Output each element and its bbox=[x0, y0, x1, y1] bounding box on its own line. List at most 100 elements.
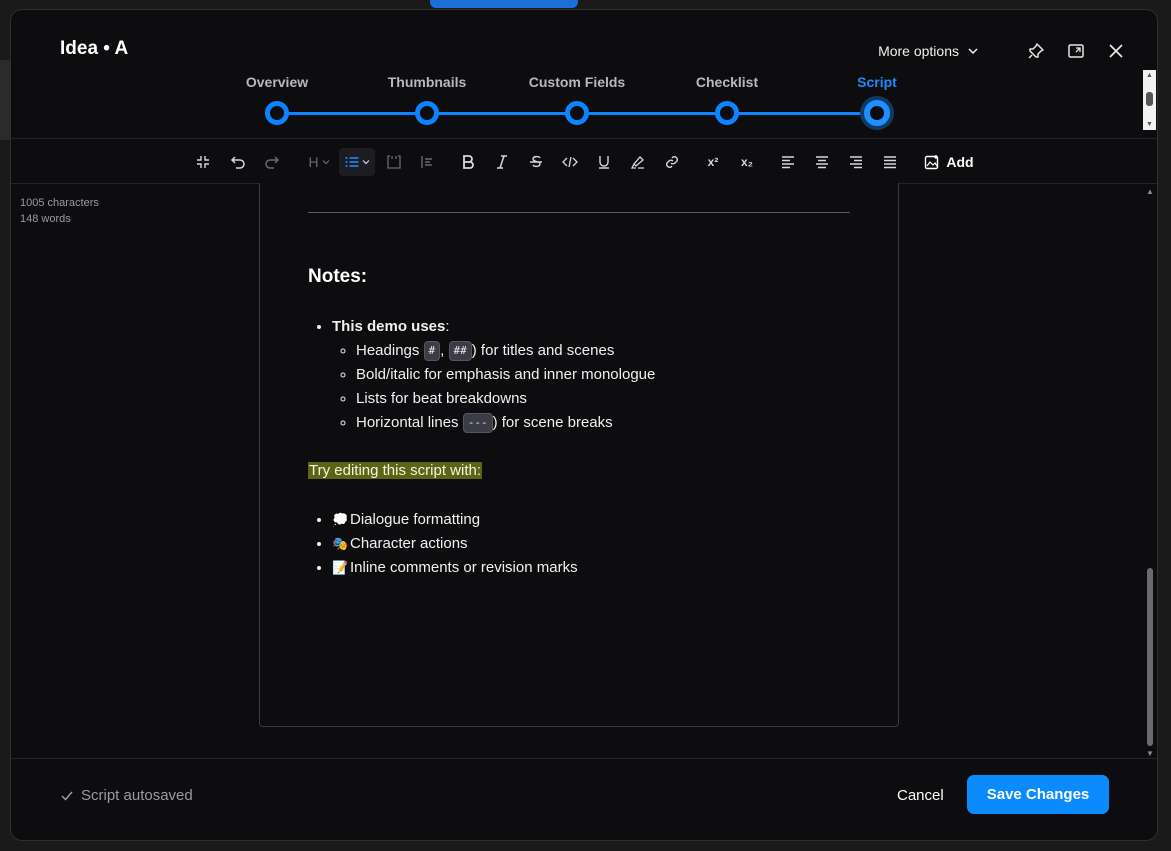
ideas-list: 💭Dialogue formatting 🎭Character actions … bbox=[308, 508, 868, 580]
link-button[interactable] bbox=[662, 148, 682, 176]
align-left-button[interactable] bbox=[778, 148, 798, 176]
redo-icon bbox=[265, 156, 280, 169]
fullscreen-button[interactable] bbox=[193, 148, 213, 176]
code-block-icon bbox=[387, 155, 401, 169]
expand-button[interactable] bbox=[1065, 40, 1087, 62]
step-label: Thumbnails bbox=[387, 74, 467, 90]
inline-code-button[interactable] bbox=[560, 148, 580, 176]
align-center-button[interactable] bbox=[812, 148, 832, 176]
list-dropdown[interactable] bbox=[339, 148, 375, 176]
image-add-icon bbox=[925, 155, 939, 170]
strikethrough-button[interactable] bbox=[526, 148, 546, 176]
header-scrollbar[interactable]: ▲ ▼ bbox=[1143, 70, 1156, 130]
step-label: Checklist bbox=[695, 74, 759, 90]
align-right-icon bbox=[850, 156, 862, 169]
memo-icon: 📝 bbox=[332, 560, 349, 575]
italic-icon bbox=[497, 155, 507, 169]
collapse-icon bbox=[197, 156, 209, 168]
code-block-button[interactable] bbox=[384, 148, 404, 176]
step-label: Overview bbox=[245, 74, 309, 90]
highlighter-icon bbox=[630, 156, 644, 169]
scrollbar-thumb[interactable] bbox=[1146, 92, 1153, 106]
step-checklist[interactable]: Checklist bbox=[667, 74, 787, 125]
align-center-icon bbox=[816, 156, 828, 169]
notes-heading: Notes: bbox=[308, 266, 368, 287]
text: Headings bbox=[356, 342, 424, 359]
backdrop-tab bbox=[430, 0, 578, 8]
word-count: 148 words bbox=[20, 213, 71, 225]
align-justify-button[interactable] bbox=[880, 148, 900, 176]
text: Horizontal lines bbox=[356, 414, 463, 431]
step-custom-fields[interactable]: Custom Fields bbox=[517, 74, 637, 125]
highlighted-text: Try editing this script with: bbox=[308, 462, 482, 479]
theater-masks-icon: 🎭 bbox=[332, 536, 349, 551]
step-dot[interactable] bbox=[565, 101, 589, 125]
chevron-down-icon bbox=[362, 160, 370, 165]
close-button[interactable] bbox=[1105, 40, 1127, 62]
redo-button[interactable] bbox=[262, 148, 282, 176]
character-count: 1005 characters bbox=[20, 197, 99, 209]
align-right-button[interactable] bbox=[846, 148, 866, 176]
scroll-down-arrow-icon[interactable]: ▼ bbox=[1146, 749, 1154, 758]
step-dot[interactable] bbox=[265, 101, 289, 125]
list-item-text: Dialogue formatting bbox=[350, 511, 481, 528]
step-label: Script bbox=[857, 74, 897, 90]
scroll-up-arrow-icon[interactable]: ▲ bbox=[1146, 72, 1153, 79]
scroll-up-arrow-icon[interactable]: ▲ bbox=[1146, 187, 1154, 196]
list-item: 📝Inline comments or revision marks bbox=[332, 556, 868, 580]
superscript-button[interactable]: x² bbox=[702, 148, 724, 176]
more-options-label: More options bbox=[878, 43, 959, 59]
undo-button[interactable] bbox=[228, 148, 248, 176]
step-navigator: Overview Thumbnails Custom Fields Checkl… bbox=[11, 74, 1157, 134]
link-icon bbox=[666, 156, 678, 168]
highlight-button[interactable] bbox=[628, 148, 648, 176]
text: , bbox=[440, 342, 449, 359]
code-icon bbox=[562, 156, 578, 168]
expand-icon bbox=[1068, 44, 1084, 58]
cancel-button[interactable]: Cancel bbox=[897, 787, 944, 804]
list-item: Headings #, ##) for titles and scenes bbox=[356, 339, 868, 363]
blockquote-button[interactable] bbox=[417, 148, 437, 176]
step-thumbnails[interactable]: Thumbnails bbox=[367, 74, 487, 125]
save-changes-button[interactable]: Save Changes bbox=[967, 775, 1109, 814]
step-dot[interactable] bbox=[864, 100, 890, 126]
highlight-paragraph: Try editing this script with: bbox=[308, 459, 868, 483]
thought-bubble-icon: 💭 bbox=[332, 512, 349, 527]
blockquote-icon bbox=[421, 156, 432, 168]
list-item-text: Character actions bbox=[350, 535, 468, 552]
content-scrollbar[interactable]: ▲ ▼ bbox=[1144, 185, 1156, 760]
list-item: Horizontal lines ---) for scene breaks bbox=[356, 411, 868, 435]
header-actions: More options bbox=[878, 40, 1127, 62]
bullet-list-icon bbox=[345, 157, 359, 167]
scrollbar-thumb[interactable] bbox=[1147, 568, 1153, 746]
scroll-down-arrow-icon[interactable]: ▼ bbox=[1146, 121, 1153, 128]
subscript-button[interactable]: x₂ bbox=[736, 148, 758, 176]
script-editor[interactable]: Notes: This demo uses: Headings #, ##) f… bbox=[259, 183, 899, 727]
more-options-button[interactable]: More options bbox=[878, 43, 979, 59]
pin-button[interactable] bbox=[1025, 40, 1047, 62]
heading-dropdown[interactable]: H bbox=[305, 148, 333, 176]
step-overview[interactable]: Overview bbox=[217, 74, 337, 125]
underline-button[interactable] bbox=[594, 148, 614, 176]
list-item-text: Inline comments or revision marks bbox=[350, 559, 578, 576]
undo-icon bbox=[230, 156, 245, 169]
script-content[interactable]: Notes: This demo uses: Headings #, ##) f… bbox=[308, 265, 868, 580]
bold-button[interactable] bbox=[458, 148, 478, 176]
step-dot[interactable] bbox=[415, 101, 439, 125]
demo-colon: : bbox=[445, 318, 450, 335]
bold-icon bbox=[463, 155, 474, 169]
autosave-label: Script autosaved bbox=[81, 787, 193, 804]
modal-footer: Script autosaved Cancel Save Changes bbox=[11, 758, 1157, 840]
italic-button[interactable] bbox=[492, 148, 512, 176]
add-image-button[interactable]: Add bbox=[922, 148, 976, 176]
list-item: Bold/italic for emphasis and inner monol… bbox=[356, 363, 868, 387]
list-item: Lists for beat breakdowns bbox=[356, 387, 868, 411]
list-item: 🎭Character actions bbox=[332, 532, 868, 556]
step-dot[interactable] bbox=[715, 101, 739, 125]
demo-list: This demo uses: Headings #, ##) for titl… bbox=[308, 315, 868, 435]
demo-label: This demo uses bbox=[332, 318, 446, 335]
inline-code: ## bbox=[448, 341, 472, 361]
editor-toolbar: H x² x₂ Add bbox=[11, 138, 1157, 184]
step-script[interactable]: Script bbox=[817, 74, 937, 126]
modal-title: Idea • A bbox=[60, 38, 129, 59]
